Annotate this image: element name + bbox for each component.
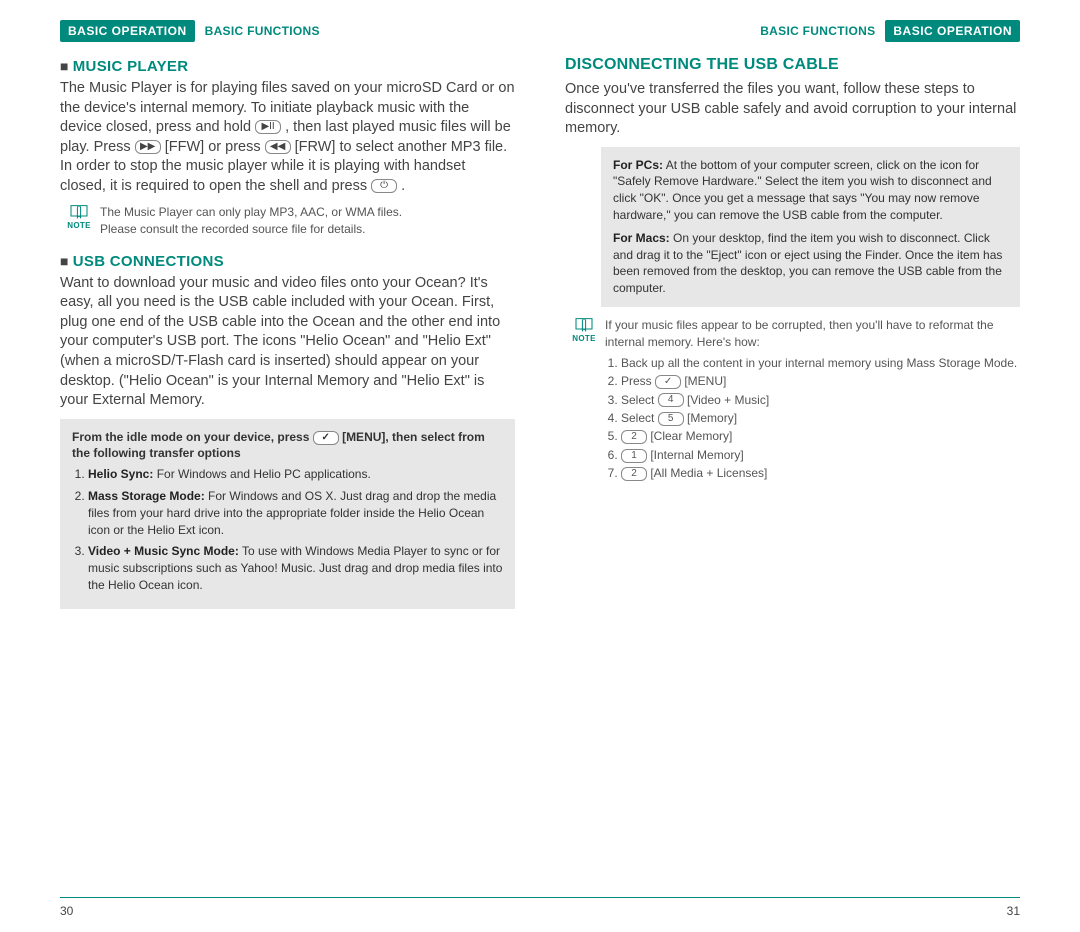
step-7: 2 [All Media + Licenses]: [621, 465, 1020, 482]
for-pcs: For PCs: At the bottom of your computer …: [613, 157, 1008, 224]
footer-rule: [60, 897, 1020, 898]
option-helio-sync: Helio Sync: For Windows and Helio PC app…: [88, 466, 503, 483]
page-left: BASIC OPERATION BASIC FUNCTIONS ■MUSIC P…: [60, 20, 515, 619]
note-intro: If your music files appear to be corrupt…: [605, 318, 994, 349]
step-4: Select 5 [Memory]: [621, 410, 1020, 427]
usb-connections-body: Want to download your music and video fi…: [60, 274, 515, 411]
step-2: Press ✓ [MENU]: [621, 373, 1020, 390]
key-4-icon: 4: [658, 393, 684, 407]
note-music-player: NOTE The Music Player can only play MP3,…: [66, 204, 515, 236]
menu-key-icon: ✓: [655, 375, 681, 389]
music-player-body: The Music Player is for playing files sa…: [60, 79, 515, 196]
heading-music-player: ■MUSIC PLAYER: [60, 58, 515, 75]
step-1: Back up all the content in your internal…: [621, 355, 1020, 372]
transfer-options-box: From the idle mode on your device, press…: [60, 419, 515, 609]
menu-key-icon: ✓: [313, 431, 339, 445]
disconnect-instructions-box: For PCs: At the bottom of your computer …: [601, 147, 1020, 307]
page-number-left: 30: [60, 904, 73, 918]
end-key-icon: ⏻: [371, 179, 397, 193]
step-5: 2 [Clear Memory]: [621, 428, 1020, 445]
page-right: BASIC FUNCTIONS BASIC OPERATION DISCONNE…: [565, 20, 1020, 619]
heading-usb-connections: ■USB CONNECTIONS: [60, 253, 515, 270]
page-number-right: 31: [1007, 904, 1020, 918]
key-1-icon: 1: [621, 449, 647, 463]
step-6: 1 [Internal Memory]: [621, 447, 1020, 464]
note-line-1: The Music Player can only play MP3, AAC,…: [100, 205, 402, 219]
disconnect-body: Once you've transferred the files you wa…: [565, 80, 1020, 139]
header-right: BASIC FUNCTIONS BASIC OPERATION: [565, 20, 1020, 42]
heading-disconnect-usb: DISCONNECTING THE USB CABLE: [565, 56, 1020, 74]
note-line-2: Please consult the recorded source file …: [100, 222, 365, 236]
transfer-options-lead: From the idle mode on your device, press…: [72, 429, 503, 463]
header-left: BASIC OPERATION BASIC FUNCTIONS: [60, 20, 515, 42]
note-icon: NOTE: [66, 204, 92, 232]
option-video-music-sync: Video + Music Sync Mode: To use with Win…: [88, 543, 503, 593]
note-icon: NOTE: [571, 317, 597, 345]
option-mass-storage: Mass Storage Mode: For Windows and OS X.…: [88, 488, 503, 538]
key-2-icon: 2: [621, 430, 647, 444]
fast-forward-icon: ▶▶: [135, 140, 161, 154]
key-2-icon: 2: [621, 467, 647, 481]
note-reformat: NOTE If your music files appear to be co…: [571, 317, 1020, 484]
for-macs: For Macs: On your desktop, find the item…: [613, 230, 1008, 297]
crumb-basic-functions: BASIC FUNCTIONS: [205, 24, 320, 38]
badge-basic-operation: BASIC OPERATION: [60, 20, 195, 42]
play-pause-icon: ▶II: [255, 120, 281, 134]
rewind-icon: ◀◀: [265, 140, 291, 154]
crumb-basic-functions-r: BASIC FUNCTIONS: [760, 24, 875, 38]
key-5-icon: 5: [658, 412, 684, 426]
badge-basic-operation-r: BASIC OPERATION: [885, 20, 1020, 42]
step-3: Select 4 [Video + Music]: [621, 392, 1020, 409]
